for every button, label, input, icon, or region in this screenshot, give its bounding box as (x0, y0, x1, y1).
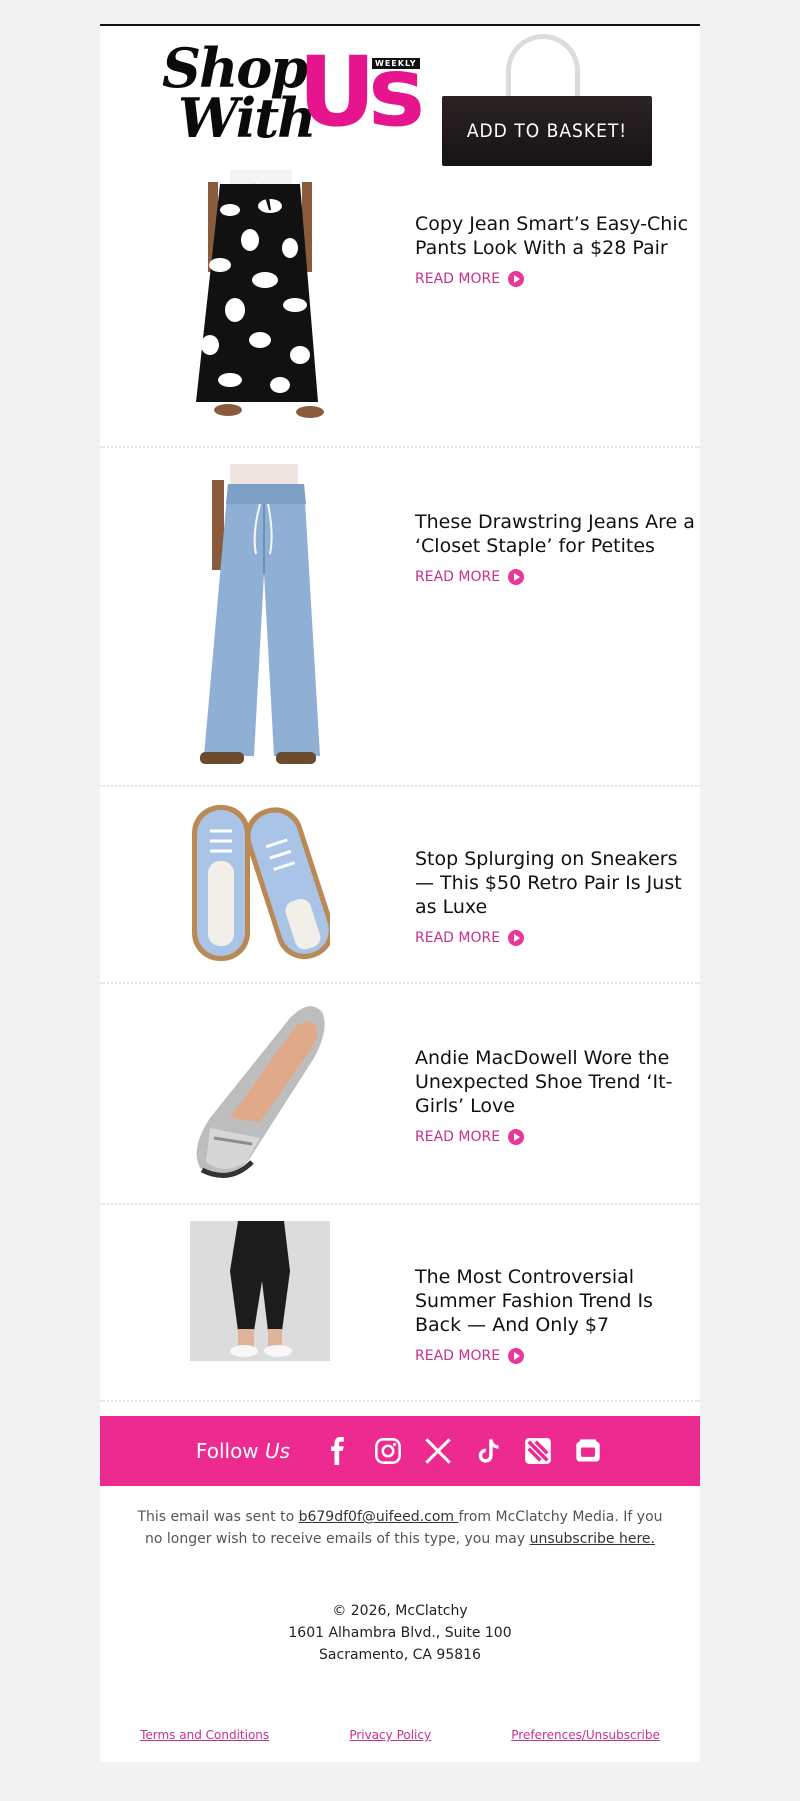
follow-us-label: Follow Us (196, 1439, 290, 1463)
article-title[interactable]: The Most Controversial Summer Fashion Tr… (415, 1265, 700, 1337)
address-line-1: 1601 Alhambra Blvd., Suite 100 (288, 1625, 512, 1641)
bag-handle (506, 34, 580, 104)
capri-leggings-image[interactable] (190, 1221, 330, 1361)
follow-us-bar: Follow Us (100, 1416, 700, 1486)
article-title[interactable]: Stop Splurging on Sneakers — This $50 Re… (415, 847, 700, 919)
preferences-link[interactable]: Preferences/Unsubscribe (511, 1728, 660, 1742)
article-info: Copy Jean Smart’s Easy-Chic Pants Look W… (415, 212, 700, 287)
silver-loafer-image[interactable] (190, 998, 330, 1183)
drawstring-jeans-image[interactable] (190, 464, 330, 769)
notice-prefix: This email was sent to (137, 1509, 299, 1525)
article-title[interactable]: These Drawstring Jeans Are a ‘Closet Sta… (415, 510, 700, 558)
arrow-circle-icon (508, 1348, 525, 1364)
arrow-circle-icon (508, 930, 525, 946)
read-more-link[interactable]: READ MORE (415, 1348, 525, 1364)
read-more-label: READ MORE (415, 569, 501, 585)
read-more-link[interactable]: READ MORE (415, 1129, 525, 1145)
email-container: Shop With Us WEEKLY ADD TO BASKET! Copy … (100, 24, 700, 1762)
email-header: Shop With Us WEEKLY ADD TO BASKET! (100, 26, 700, 166)
logo-with-text: With (178, 86, 316, 150)
instagram-icon[interactable] (372, 1435, 404, 1467)
follow-us-word: Us (265, 1439, 291, 1463)
read-more-link[interactable]: READ MORE (415, 930, 525, 946)
article-item: The Most Controversial Summer Fashion Tr… (100, 1205, 700, 1402)
article-title[interactable]: Copy Jean Smart’s Easy-Chic Pants Look W… (415, 212, 700, 260)
recipient-email-link[interactable]: b679df0f@uifeed.com (299, 1509, 459, 1525)
add-to-basket-label: ADD TO BASKET! (466, 120, 628, 142)
bag-body: ADD TO BASKET! (442, 96, 652, 166)
article-item: Copy Jean Smart’s Easy-Chic Pants Look W… (100, 166, 700, 448)
arrow-circle-icon (508, 569, 525, 585)
copyright-text: © 2026, McClatchy (332, 1603, 468, 1619)
read-more-link[interactable]: READ MORE (415, 271, 525, 287)
article-item: Stop Splurging on Sneakers — This $50 Re… (100, 787, 700, 984)
article-item: These Drawstring Jeans Are a ‘Closet Sta… (100, 448, 700, 787)
read-more-label: READ MORE (415, 930, 501, 946)
facebook-icon[interactable] (322, 1435, 354, 1467)
article-info: These Drawstring Jeans Are a ‘Closet Sta… (415, 510, 700, 585)
google-news-icon[interactable] (572, 1435, 604, 1467)
read-more-label: READ MORE (415, 271, 501, 287)
logo-weekly-badge: WEEKLY (372, 58, 420, 69)
read-more-link[interactable]: READ MORE (415, 569, 525, 585)
company-address: © 2026, McClatchy 1601 Alhambra Blvd., S… (100, 1600, 700, 1666)
article-info: Stop Splurging on Sneakers — This $50 Re… (415, 847, 700, 946)
read-more-label: READ MORE (415, 1348, 501, 1364)
follow-word: Follow (195, 1439, 259, 1463)
arrow-circle-icon (508, 1129, 525, 1145)
terms-link[interactable]: Terms and Conditions (140, 1728, 269, 1742)
logo-us-text: Us (298, 36, 425, 148)
article-title[interactable]: Andie MacDowell Wore the Unexpected Shoe… (415, 1046, 700, 1118)
privacy-link[interactable]: Privacy Policy (349, 1728, 431, 1742)
read-more-label: READ MORE (415, 1129, 501, 1145)
article-info: Andie MacDowell Wore the Unexpected Shoe… (415, 1046, 700, 1145)
unsubscribe-link[interactable]: unsubscribe here. (530, 1531, 655, 1547)
floral-pants-image[interactable] (190, 170, 330, 420)
add-to-basket-bag[interactable]: ADD TO BASKET! (442, 34, 652, 166)
address-line-2: Sacramento, CA 95816 (319, 1647, 481, 1663)
shop-with-us-logo[interactable]: Shop With Us WEEKLY (162, 36, 425, 150)
article-info: The Most Controversial Summer Fashion Tr… (415, 1265, 700, 1364)
article-item: Andie MacDowell Wore the Unexpected Shoe… (100, 984, 700, 1205)
footer-links: Terms and Conditions Privacy Policy Pref… (100, 1728, 700, 1742)
x-icon[interactable] (422, 1435, 454, 1467)
retro-sneakers-image[interactable] (190, 801, 330, 966)
tiktok-icon[interactable] (472, 1435, 504, 1467)
arrow-circle-icon (508, 271, 525, 287)
email-notice: This email was sent to b679df0f@uifeed.c… (130, 1506, 670, 1550)
apple-news-icon[interactable] (522, 1435, 554, 1467)
